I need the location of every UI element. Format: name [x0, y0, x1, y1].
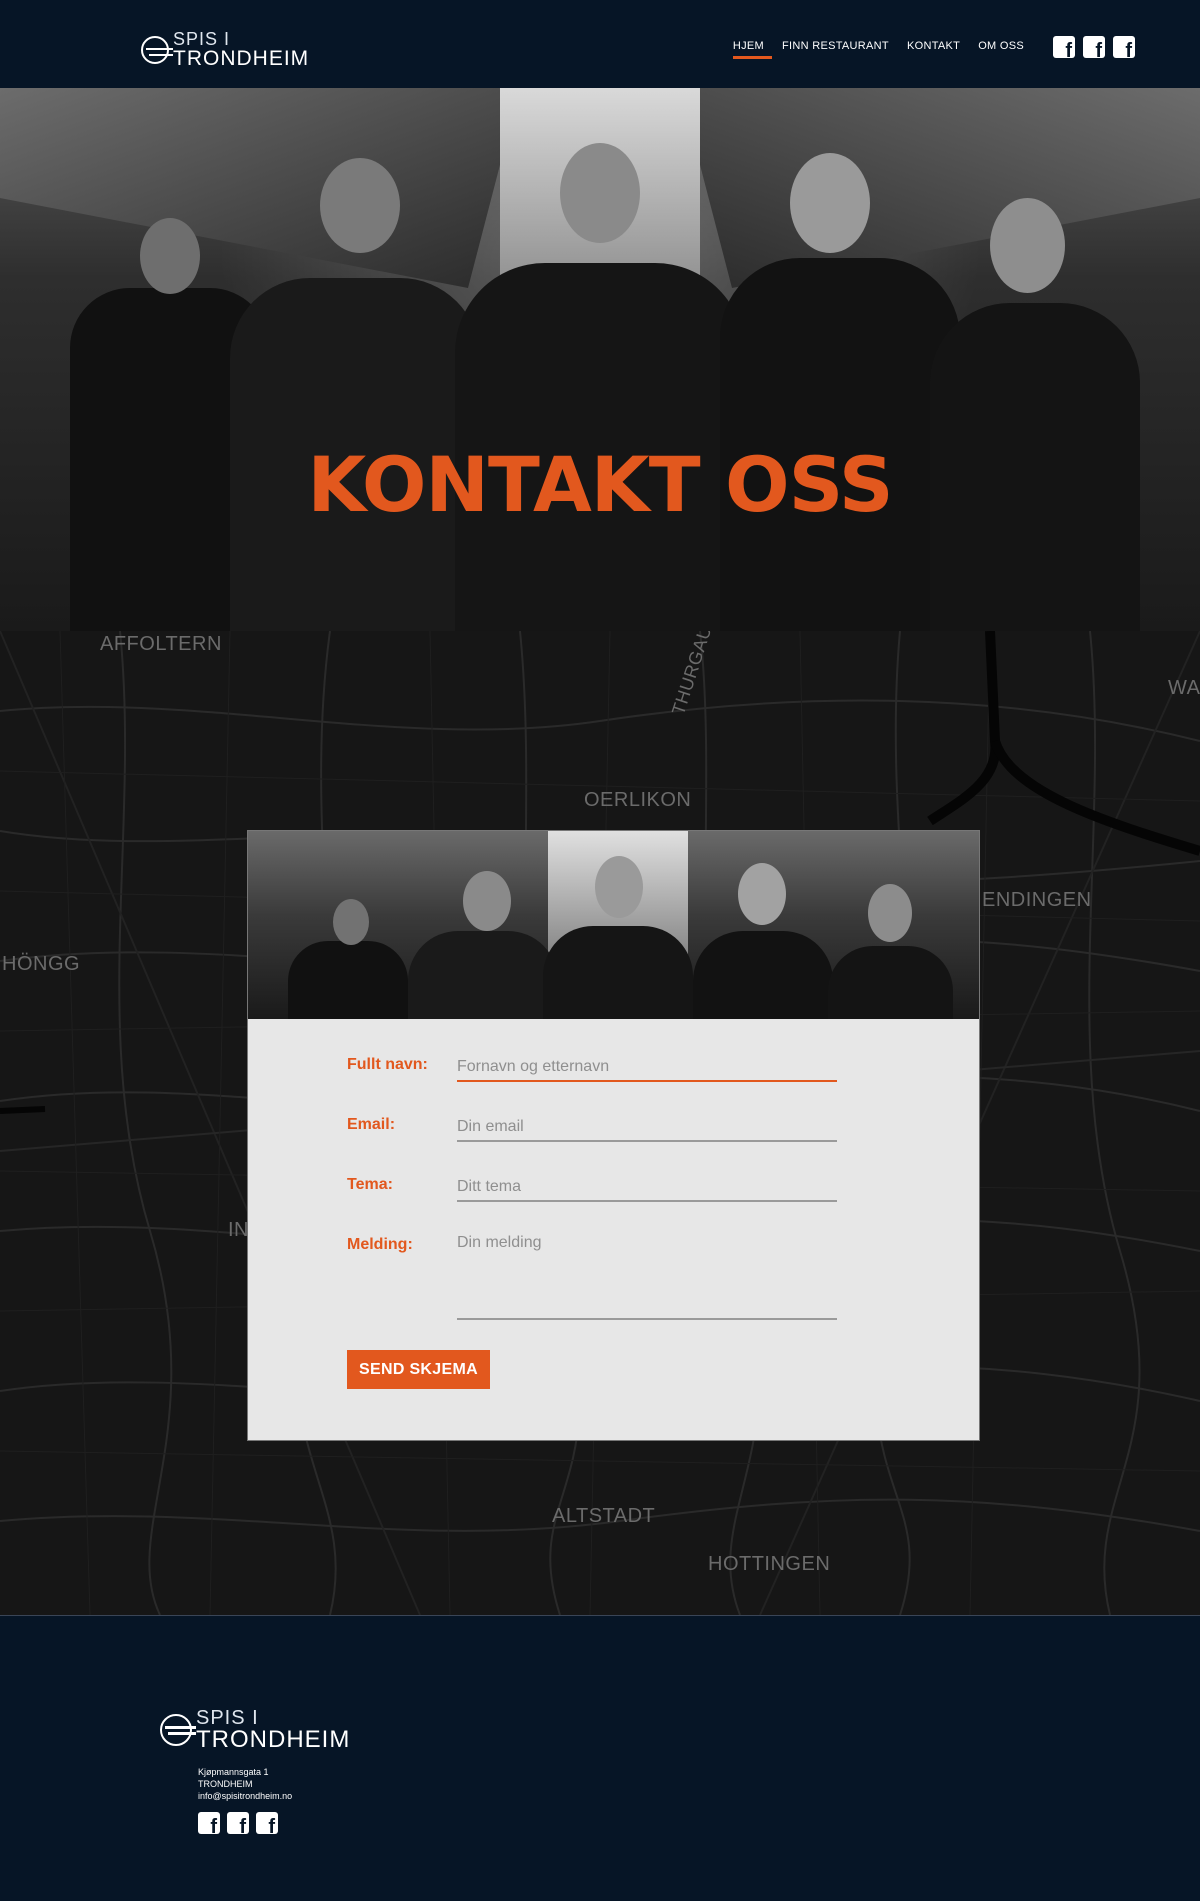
map-label: IN: [228, 1219, 249, 1241]
page-title: KONTAKT OSS: [307, 440, 893, 529]
nav-item-kontakt[interactable]: KONTAKT: [907, 40, 960, 58]
footer-email[interactable]: info@spisitrondheim.no: [198, 1790, 292, 1802]
hero-ceiling-left: [0, 88, 520, 288]
facebook-icon[interactable]: f: [1083, 36, 1105, 58]
footer-brand-logo[interactable]: SPIS I TRONDHEIM: [160, 1708, 350, 1752]
main-nav: HJEM FINN RESTAURANT KONTAKT OM OSS: [732, 40, 1024, 59]
facebook-icon[interactable]: f: [227, 1812, 249, 1834]
map-label: OERLIKON: [584, 789, 692, 811]
footer-social-links: f f f: [198, 1812, 278, 1834]
nav-item-om-oss[interactable]: OM OSS: [978, 40, 1024, 58]
email-row: Email:: [347, 1106, 867, 1166]
email-input[interactable]: [457, 1114, 837, 1142]
nav-item-finn-restaurant[interactable]: FINN RESTAURANT: [782, 40, 889, 58]
send-form-button[interactable]: SEND SKJEMA: [347, 1350, 490, 1389]
topic-label: Tema:: [347, 1176, 393, 1193]
map-label: WA: [1168, 677, 1200, 699]
site-footer: SPIS I TRONDHEIM Kjøpmannsgata 1 TRONDHE…: [0, 1615, 1200, 1901]
map-label: HOTTINGEN: [708, 1553, 831, 1575]
facebook-icon[interactable]: f: [198, 1812, 220, 1834]
facebook-icon[interactable]: f: [1053, 36, 1075, 58]
topic-row: Tema:: [347, 1166, 867, 1226]
name-label: Fullt navn:: [347, 1056, 428, 1073]
footer-address: Kjøpmannsgata 1 TRONDHEIM info@spisitron…: [198, 1766, 292, 1802]
message-textarea[interactable]: [457, 1234, 837, 1320]
contact-form-card: Fullt navn: Email: Tema: Melding: SEND S…: [247, 830, 980, 1441]
full-name-input[interactable]: [457, 1054, 837, 1082]
facebook-icon[interactable]: f: [256, 1812, 278, 1834]
facebook-icon[interactable]: f: [1113, 36, 1135, 58]
footer-brand-line-2: TRONDHEIM: [196, 1726, 351, 1753]
map-label: ALTSTADT: [552, 1505, 656, 1527]
plate-fork-icon: [160, 1714, 196, 1746]
social-links: f f f: [1053, 36, 1135, 58]
message-row: Melding:: [347, 1226, 867, 1346]
name-row: Fullt navn:: [347, 1046, 867, 1106]
top-navigation-bar: SPIS I TRONDHEIM HJEM FINN RESTAURANT KO…: [0, 0, 1200, 88]
contact-form: Fullt navn: Email: Tema: Melding:: [347, 1046, 867, 1346]
nav-item-hjem[interactable]: HJEM: [732, 40, 773, 59]
footer-city: TRONDHEIM: [198, 1779, 253, 1789]
hero-ceiling-right: [680, 88, 1200, 288]
team-photo: [248, 831, 979, 1019]
brand-line-1: SPIS I: [173, 29, 231, 49]
plate-fork-icon: [141, 35, 173, 64]
topic-input[interactable]: [457, 1174, 837, 1202]
hero-banner: KONTAKT OSS: [0, 88, 1200, 631]
footer-brand-line-1: SPIS I: [196, 1707, 259, 1729]
brand-logo[interactable]: SPIS I TRONDHEIM: [141, 30, 309, 69]
map-label: AFFOLTERN: [100, 633, 222, 655]
email-label: Email:: [347, 1116, 396, 1133]
brand-line-2: TRONDHEIM: [173, 47, 310, 70]
message-label: Melding:: [347, 1236, 413, 1253]
map-label: ENDINGEN: [982, 889, 1092, 911]
map-label: HÖNGG: [2, 953, 81, 975]
footer-street: Kjøpmannsgata 1: [198, 1767, 269, 1777]
